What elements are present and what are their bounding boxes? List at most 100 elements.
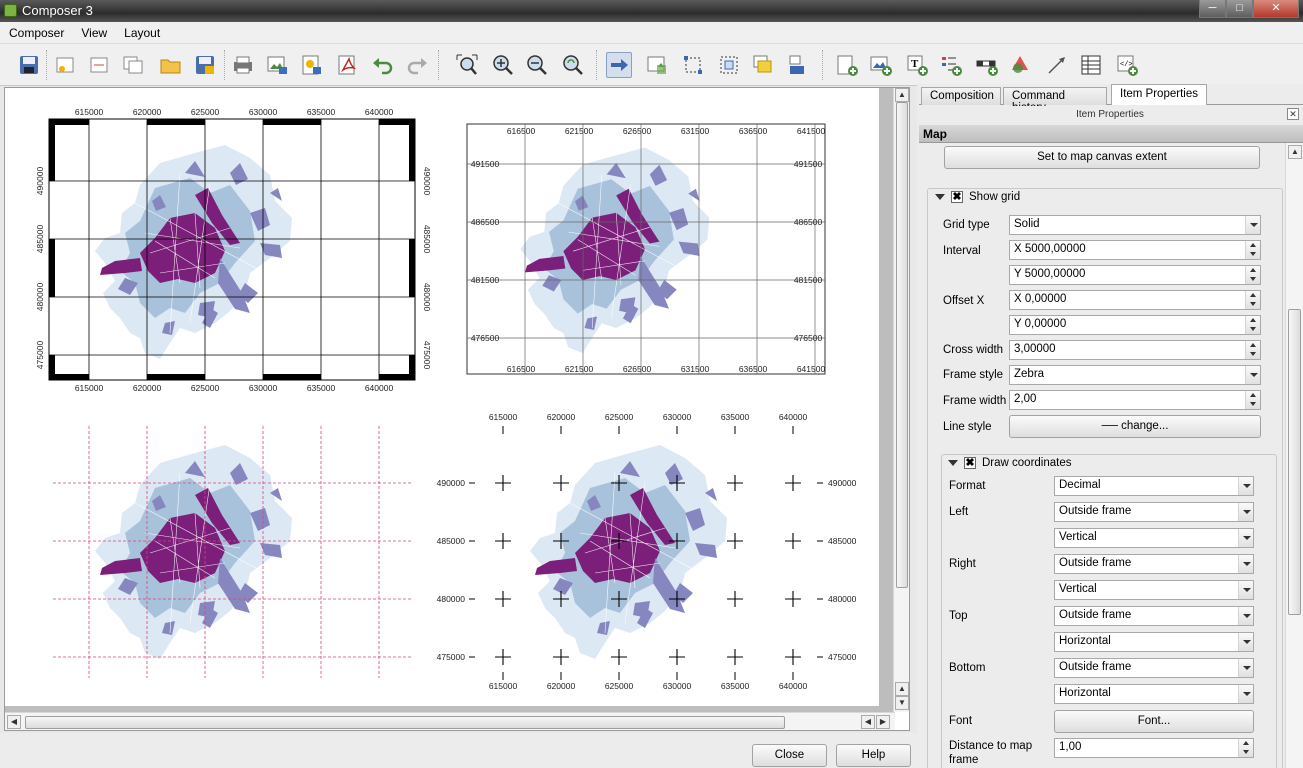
maximize-button[interactable]: □ bbox=[1226, 0, 1253, 18]
composer-canvas[interactable]: 615000 620000 625000 630000 635000 640000 615… bbox=[4, 87, 910, 731]
add-table-icon[interactable] bbox=[1078, 52, 1104, 78]
new-composer-icon[interactable] bbox=[52, 52, 78, 78]
save-icon[interactable] bbox=[16, 52, 42, 78]
menu-composer[interactable]: Composer bbox=[0, 22, 72, 40]
add-map-icon[interactable] bbox=[834, 52, 860, 78]
vertical-scroll-thumb[interactable] bbox=[896, 102, 908, 588]
add-scalebar-icon[interactable] bbox=[974, 52, 1000, 78]
interval-x-spin[interactable]: X 5000,00000 bbox=[1009, 240, 1261, 260]
interval-x-value: X 5000,00000 bbox=[1014, 243, 1086, 255]
scroll-left-icon[interactable]: ◀ bbox=[7, 715, 21, 729]
help-button[interactable]: Help bbox=[836, 744, 911, 767]
refresh-icon[interactable] bbox=[560, 52, 586, 78]
zoom-full-icon[interactable] bbox=[454, 52, 480, 78]
panel-scrollbar[interactable]: ▲ bbox=[1285, 143, 1303, 768]
add-label-icon[interactable]: T bbox=[904, 52, 930, 78]
frame-width-spin[interactable]: 2,00 bbox=[1009, 390, 1261, 410]
select-move-icon[interactable] bbox=[606, 52, 632, 78]
scroll-up-icon[interactable]: ▲ bbox=[1288, 145, 1302, 159]
svg-text:481500: 481500 bbox=[471, 275, 500, 285]
save-template-icon[interactable] bbox=[192, 52, 218, 78]
duplicate-icon[interactable] bbox=[120, 52, 146, 78]
open-template-icon[interactable] bbox=[158, 52, 184, 78]
scroll-right-icon[interactable]: ▶ bbox=[876, 715, 890, 729]
scroll-up-icon-2[interactable]: ▲ bbox=[895, 682, 909, 696]
add-legend-icon[interactable] bbox=[938, 52, 964, 78]
horizontal-scroll-thumb[interactable] bbox=[25, 716, 785, 729]
line-style-change-button[interactable]: ── change... bbox=[1009, 415, 1261, 438]
tab-command-history[interactable]: Command history bbox=[1003, 87, 1107, 114]
spin-arrows-icon[interactable] bbox=[1245, 266, 1260, 284]
frame-style-combo[interactable]: Zebra bbox=[1009, 365, 1261, 385]
close-button[interactable]: Close bbox=[752, 744, 827, 767]
distance-spin[interactable]: 1,00 bbox=[1054, 738, 1254, 758]
grid-type-combo[interactable]: Solid bbox=[1009, 215, 1261, 235]
edit-nodes-icon[interactable] bbox=[680, 52, 706, 78]
right-direction-combo[interactable]: Vertical bbox=[1054, 580, 1254, 600]
top-position-combo[interactable]: Outside frame bbox=[1054, 606, 1254, 626]
spin-arrows-icon[interactable] bbox=[1238, 739, 1253, 757]
spin-arrows-icon[interactable] bbox=[1245, 291, 1260, 309]
menu-view[interactable]: View bbox=[72, 22, 115, 40]
bottom-position-combo[interactable]: Outside frame bbox=[1054, 658, 1254, 678]
svg-text:630000: 630000 bbox=[663, 412, 692, 422]
zoom-out-icon[interactable] bbox=[524, 52, 550, 78]
right-position-combo[interactable]: Outside frame bbox=[1054, 554, 1254, 574]
scroll-left-icon-2[interactable]: ◀ bbox=[861, 715, 875, 729]
bottom-direction-combo[interactable]: Horizontal bbox=[1054, 684, 1254, 704]
collapse-icon[interactable] bbox=[935, 193, 945, 200]
collapse-icon[interactable] bbox=[948, 459, 958, 466]
svg-text:630000: 630000 bbox=[249, 383, 278, 393]
draw-coordinates-toggle[interactable]: ✖ Draw coordinates bbox=[946, 456, 1076, 470]
add-image-icon[interactable] bbox=[868, 52, 894, 78]
add-shape-icon[interactable] bbox=[1008, 52, 1034, 78]
map-item-1[interactable]: 615000 620000 625000 630000 635000 640000 615… bbox=[35, 107, 432, 393]
tab-composition[interactable]: Composition bbox=[921, 87, 1001, 105]
left-position-combo[interactable]: Outside frame bbox=[1054, 502, 1254, 522]
menu-layout[interactable]: Layout bbox=[115, 22, 168, 40]
export-svg-icon[interactable] bbox=[298, 52, 324, 78]
zoom-in-icon[interactable] bbox=[490, 52, 516, 78]
canvas-vertical-scrollbar[interactable]: ▲ ▲ ▼ bbox=[893, 88, 909, 712]
format-combo[interactable]: Decimal bbox=[1054, 476, 1254, 496]
top-direction-combo[interactable]: Horizontal bbox=[1054, 632, 1254, 652]
close-window-button[interactable]: ✕ bbox=[1253, 0, 1299, 18]
raise-icon[interactable] bbox=[750, 52, 776, 78]
section-map-header[interactable]: Map bbox=[919, 125, 1303, 143]
scroll-up-icon[interactable]: ▲ bbox=[895, 88, 909, 102]
spin-arrows-icon[interactable] bbox=[1245, 316, 1260, 334]
spin-arrows-icon[interactable] bbox=[1245, 391, 1260, 409]
cross-width-spin[interactable]: 3,00000 bbox=[1009, 340, 1261, 360]
draw-coordinates-checkbox[interactable]: ✖ bbox=[964, 456, 976, 469]
dock-close-icon[interactable]: ✕ bbox=[1287, 108, 1299, 120]
group-icon[interactable] bbox=[716, 52, 742, 78]
interval-y-spin[interactable]: Y 5000,00000 bbox=[1009, 265, 1261, 285]
align-icon[interactable] bbox=[786, 52, 812, 78]
left-direction-combo[interactable]: Vertical bbox=[1054, 528, 1254, 548]
map-item-2[interactable]: 616500 621500 626500 631500 636500 641500 616… bbox=[466, 123, 826, 375]
minimize-button[interactable]: ─ bbox=[1199, 0, 1226, 18]
export-image-icon[interactable] bbox=[264, 52, 290, 78]
map-item-3[interactable] bbox=[53, 426, 413, 678]
tab-item-properties[interactable]: Item Properties bbox=[1111, 84, 1207, 105]
show-grid-toggle[interactable]: ✖ Show grid bbox=[933, 190, 1025, 204]
move-content-icon[interactable] bbox=[644, 52, 670, 78]
show-grid-checkbox[interactable]: ✖ bbox=[951, 190, 963, 203]
set-map-extent-button[interactable]: Set to map canvas extent bbox=[944, 146, 1260, 169]
panel-scroll-thumb[interactable] bbox=[1288, 309, 1301, 615]
add-arrow-icon[interactable] bbox=[1044, 52, 1070, 78]
scroll-down-icon[interactable]: ▼ bbox=[895, 696, 909, 710]
offset-y-spin[interactable]: Y 0,00000 bbox=[1009, 315, 1261, 335]
spin-arrows-icon[interactable] bbox=[1245, 341, 1260, 359]
redo-icon[interactable] bbox=[404, 52, 430, 78]
export-pdf-icon[interactable] bbox=[334, 52, 360, 78]
map-item-4[interactable]: 615000 620000 625000 630000 635000 640000 615… bbox=[437, 412, 857, 691]
offset-x-spin[interactable]: X 0,00000 bbox=[1009, 290, 1261, 310]
add-html-icon[interactable]: </> bbox=[1114, 52, 1140, 78]
print-icon[interactable] bbox=[230, 52, 256, 78]
spin-arrows-icon[interactable] bbox=[1245, 241, 1260, 259]
add-page-icon[interactable] bbox=[86, 52, 112, 78]
undo-icon[interactable] bbox=[370, 52, 396, 78]
font-button[interactable]: Font... bbox=[1054, 710, 1254, 733]
canvas-horizontal-scrollbar[interactable]: ◀ ◀ ▶ bbox=[5, 712, 895, 730]
